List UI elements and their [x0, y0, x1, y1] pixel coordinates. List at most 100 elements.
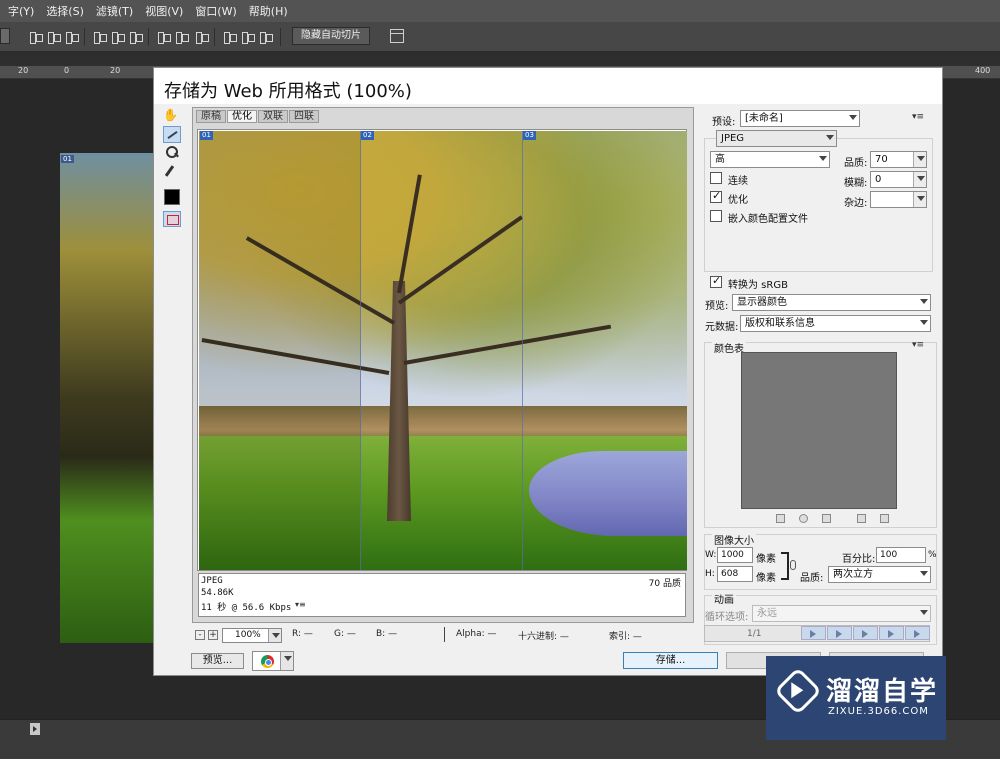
- metadata-label: 元数据:: [705, 322, 739, 333]
- align-hcenter-icon[interactable]: [110, 30, 126, 44]
- quality-input[interactable]: 70: [870, 151, 927, 168]
- first-frame-icon[interactable]: [801, 626, 826, 640]
- color-table-menu-icon[interactable]: ▾≡: [912, 340, 924, 350]
- zoom-in-button[interactable]: +: [208, 630, 218, 640]
- chevron-down-icon: [816, 152, 829, 167]
- preview-in-browser-button[interactable]: 预览...: [191, 653, 244, 669]
- browser-icon: [261, 655, 274, 668]
- distribute-hcenter-icon[interactable]: [240, 30, 256, 44]
- save-for-web-dialog: 存储为 Web 所用格式 (100%) 原稿 优化 双联 四联 01: [153, 67, 943, 676]
- play-icon[interactable]: [853, 626, 878, 640]
- align-right-icon[interactable]: [128, 30, 144, 44]
- align-top-icon[interactable]: [28, 30, 44, 44]
- optimized-checkbox[interactable]: [710, 189, 722, 203]
- tab-2-up[interactable]: 双联: [258, 110, 288, 123]
- zoom-tool-icon[interactable]: [163, 144, 181, 161]
- resample-quality-select[interactable]: 两次立方: [828, 566, 931, 583]
- distribute-bottom-icon[interactable]: [194, 30, 210, 44]
- width-input[interactable]: 1000: [717, 547, 753, 563]
- toolbar-separator: [84, 28, 85, 46]
- options-bar-tool-button[interactable]: [0, 28, 10, 44]
- watermark: 溜溜自学 ZIXUE.3D66.COM: [766, 656, 946, 740]
- browser-select[interactable]: [252, 651, 294, 671]
- slice-badge: 01: [61, 155, 74, 163]
- slice-select-tool-icon[interactable]: [163, 126, 181, 143]
- loop-options-select[interactable]: 永远: [752, 605, 931, 622]
- info-file-size: 54.86K: [201, 588, 234, 598]
- menu-item-help[interactable]: 帮助(H): [249, 3, 288, 19]
- play-arrow-icon[interactable]: [30, 723, 40, 735]
- previous-frame-icon[interactable]: [827, 626, 852, 640]
- save-button[interactable]: 存储...: [623, 652, 718, 669]
- height-unit: 像素: [756, 573, 776, 584]
- readout-alpha: Alpha: —: [456, 629, 497, 639]
- height-label: H:: [705, 569, 715, 579]
- menu-item-view[interactable]: 视图(V): [145, 3, 183, 19]
- eyedropper-color-swatch[interactable]: [164, 189, 180, 205]
- new-color-icon[interactable]: [857, 514, 866, 523]
- width-label: W:: [705, 550, 717, 560]
- slice-badge: 01: [200, 131, 213, 140]
- watermark-url: ZIXUE.3D66.COM: [828, 706, 929, 717]
- web-snap-icon[interactable]: [799, 514, 808, 523]
- preview-mode-value: 显示器颜色: [737, 297, 787, 308]
- loop-options-value: 永远: [757, 608, 777, 619]
- matte-select[interactable]: [870, 191, 927, 208]
- blur-input[interactable]: 0: [870, 171, 927, 188]
- preset-select[interactable]: [未命名]: [740, 110, 860, 127]
- zoom-out-button[interactable]: -: [195, 630, 205, 640]
- last-frame-icon[interactable]: [905, 626, 930, 640]
- document-tab-bar: [0, 52, 1000, 66]
- file-format-select[interactable]: JPEG: [716, 130, 837, 147]
- compression-quality-select[interactable]: 高: [710, 151, 830, 168]
- readout-index: 索引: —: [609, 632, 642, 642]
- tab-original[interactable]: 原稿: [196, 110, 226, 123]
- percent-input[interactable]: 100: [876, 547, 926, 563]
- align-vcenter-icon[interactable]: [46, 30, 62, 44]
- distribute-right-icon[interactable]: [258, 30, 274, 44]
- lock-color-icon[interactable]: [822, 514, 831, 523]
- slice-options-icon[interactable]: [390, 29, 404, 43]
- align-bottom-icon[interactable]: [64, 30, 80, 44]
- menu-item-window[interactable]: 窗口(W): [195, 3, 236, 19]
- trash-icon[interactable]: [880, 514, 889, 523]
- convert-srgb-checkbox[interactable]: [710, 274, 722, 288]
- distribute-top-icon[interactable]: [156, 30, 172, 44]
- next-frame-icon[interactable]: [879, 626, 904, 640]
- matte-label: 杂边:: [844, 198, 868, 209]
- watermark-play-logo-icon: [773, 666, 823, 716]
- height-input[interactable]: 608: [717, 566, 753, 582]
- metadata-select[interactable]: 版权和联系信息: [740, 315, 931, 332]
- distribute-left-icon[interactable]: [222, 30, 238, 44]
- preset-menu-icon[interactable]: ▾≡: [912, 112, 924, 122]
- eyedropper-tool-icon[interactable]: [163, 162, 181, 179]
- menu-item-select[interactable]: 选择(S): [46, 3, 84, 19]
- compression-quality-value: 高: [715, 154, 725, 165]
- toggle-slices-visibility-icon[interactable]: [163, 211, 181, 227]
- chevron-down-icon: [913, 172, 926, 187]
- slice-boundary: [522, 131, 523, 570]
- toolbar-separator: [148, 28, 149, 46]
- image-slice-shade: [199, 131, 361, 570]
- embed-color-profile-checkbox[interactable]: [710, 210, 722, 222]
- link-icon[interactable]: [790, 560, 796, 570]
- download-speed-menu-icon[interactable]: ▾≡: [295, 600, 306, 609]
- loop-options-label: 循环选项:: [705, 612, 749, 623]
- hide-auto-slices-button[interactable]: 隐藏自动切片: [292, 27, 370, 45]
- menu-item-filter[interactable]: 滤镜(T): [96, 3, 133, 19]
- map-transparent-icon[interactable]: [776, 514, 785, 523]
- preview-mode-select[interactable]: 显示器颜色: [732, 294, 931, 311]
- distribute-vcenter-icon[interactable]: [174, 30, 190, 44]
- preset-label: 预设:: [712, 117, 736, 128]
- tab-4-up[interactable]: 四联: [289, 110, 319, 123]
- tab-optimized[interactable]: 优化: [227, 110, 257, 123]
- optimization-info: JPEG 54.86K 11 秒 @ 56.6 Kbps ▾≡ 70 品质: [198, 573, 686, 617]
- menu-item-type[interactable]: 字(Y): [8, 3, 34, 19]
- progressive-checkbox[interactable]: [710, 172, 722, 184]
- optimized-preview[interactable]: 01 02 03: [197, 129, 687, 571]
- align-left-icon[interactable]: [92, 30, 108, 44]
- zoom-level-select[interactable]: 100%: [222, 628, 282, 643]
- preview-image[interactable]: 01 02 03: [199, 131, 687, 570]
- hand-tool-icon[interactable]: [163, 108, 181, 125]
- color-table[interactable]: [741, 352, 897, 509]
